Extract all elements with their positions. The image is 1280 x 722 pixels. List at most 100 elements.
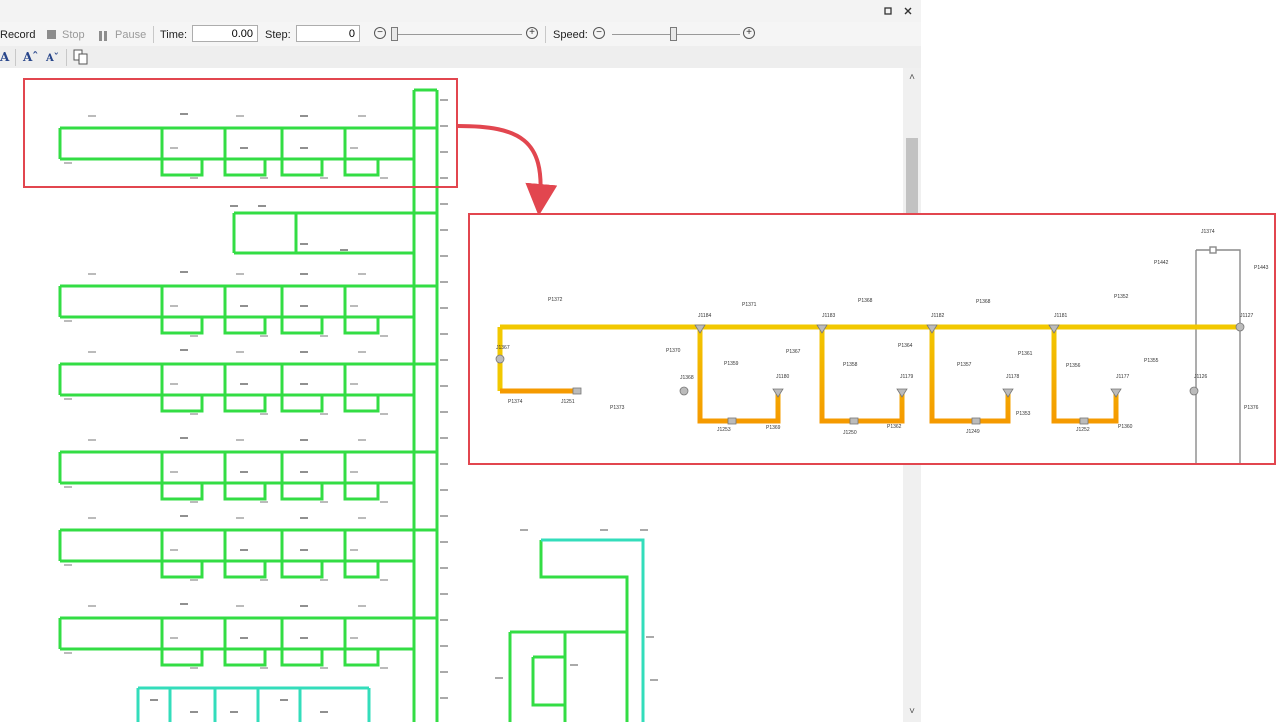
branch-loop (343, 286, 380, 335)
pipe-label: J1180 (776, 374, 789, 380)
plus-circle-icon[interactable]: + (743, 27, 755, 39)
branch-loop (223, 364, 267, 413)
branch-loop (160, 452, 204, 501)
pipe-label: J1249 (966, 429, 980, 435)
time-slider-thumb[interactable] (391, 27, 398, 41)
minus-circle-icon[interactable]: − (593, 27, 605, 39)
pipe-label: P1370 (666, 348, 681, 354)
increase-font-icon[interactable]: Aˆ (23, 49, 38, 65)
pipe-label: P1361 (1018, 351, 1033, 357)
pipe-label: J1177 (1116, 374, 1129, 380)
pipe-label: P1373 (610, 405, 625, 411)
branch-loop (280, 286, 324, 335)
pipe-label: J1183 (822, 313, 835, 319)
branch-loop (223, 452, 267, 501)
branch-loop (280, 364, 324, 413)
pipe-label: P1371 (742, 302, 757, 308)
toolbar-divider (15, 49, 16, 66)
speed-label: Speed: (553, 29, 588, 41)
pipe-label: P1368 (976, 299, 991, 305)
pipe-label: J1368 (680, 375, 694, 381)
stop-icon (47, 30, 56, 39)
restore-icon[interactable] (880, 3, 896, 19)
chevron-down-icon[interactable]: ˅ (903, 704, 921, 720)
branch-loop (343, 364, 380, 413)
decrease-font-icon[interactable]: Aˇ (46, 51, 59, 67)
junction-nodes (495, 322, 1245, 425)
branch-loop (223, 286, 267, 335)
speed-slider-thumb[interactable] (670, 27, 677, 41)
time-input[interactable] (192, 25, 258, 42)
pipe-label: J1367 (496, 345, 510, 351)
pipe-label: J1126 (1194, 374, 1207, 380)
pipe-label: J1252 (1076, 427, 1090, 433)
pipe-label: P1442 (1154, 260, 1169, 266)
toolbar-divider (66, 49, 67, 66)
pipe-label: J1374 (1201, 229, 1215, 235)
branch-loop (280, 618, 324, 667)
pipe-label: P1359 (724, 361, 739, 367)
stop-button[interactable]: Stop (62, 27, 85, 43)
pause-button[interactable]: Pause (115, 27, 146, 43)
minus-circle-icon[interactable]: − (374, 27, 386, 39)
pipe-label: J1182 (931, 313, 944, 319)
pipe-label: P1362 (887, 424, 902, 430)
pipe-loop (531, 655, 567, 707)
pipe-label: P1358 (843, 362, 858, 368)
pipe-label: P1369 (766, 425, 781, 431)
playback-toolbar: Record Stop Pause Time: Step: − + Speed:… (0, 22, 921, 46)
branch-loop (343, 452, 380, 501)
toolbar-divider (545, 26, 546, 43)
record-button[interactable]: Record (0, 27, 35, 43)
branch-loop (223, 618, 267, 667)
supply-pipes (1195, 246, 1241, 463)
pipe-label: J1178 (1006, 374, 1019, 380)
pipe-label: P1356 (1066, 363, 1081, 369)
branch-loop (223, 530, 267, 579)
pipe-label: P1352 (1114, 294, 1129, 300)
step-label: Step: (265, 29, 291, 41)
branch-loop (343, 618, 380, 667)
zoomed-network-detail: J1374 P1442 P1443 P1372 P1371 P1368 P1368 P1352… (495, 229, 1269, 463)
zoomed-callout-panel: J1374 P1442 P1443 P1372 P1371 P1368 P1368 P1352… (468, 213, 1276, 465)
pipe-label: J1179 (900, 374, 913, 380)
pipe-label: J1251 (561, 399, 575, 405)
pipe-label: J1181 (1054, 313, 1067, 319)
pipe-label: J1184 (698, 313, 711, 319)
pipe-label: P1364 (898, 343, 913, 349)
pipe-label: J1250 (843, 430, 857, 436)
font-style-icon[interactable]: A (0, 49, 9, 65)
highlight-region-box (23, 78, 458, 188)
pipe-label: P1443 (1254, 265, 1269, 271)
branch-loop (280, 530, 324, 579)
pipe-label: J1127 (1240, 313, 1253, 319)
plus-circle-icon[interactable]: + (526, 27, 538, 39)
pipe-label: J1253 (717, 427, 731, 433)
pipe-label: P1374 (508, 399, 523, 405)
pipe-label: P1376 (1244, 405, 1259, 411)
toolbar-divider (153, 26, 154, 43)
pipe-label: P1367 (786, 349, 801, 355)
time-label: Time: (160, 29, 188, 41)
branch-loop (160, 364, 204, 413)
scrollbar-thumb[interactable] (906, 138, 918, 218)
branch-loop (343, 530, 380, 579)
pipe-label: P1360 (1118, 424, 1133, 430)
time-slider-track[interactable] (392, 34, 522, 35)
top-main-pipe (497, 324, 1240, 394)
pipe-label: P1372 (548, 297, 563, 303)
pipe-label: P1368 (858, 298, 873, 304)
pipe-label: P1355 (1144, 358, 1159, 364)
pause-icon (99, 30, 108, 41)
pipe-label: P1357 (957, 362, 972, 368)
branch-loop (160, 618, 204, 667)
title-bar (0, 0, 921, 23)
chevron-up-icon[interactable]: ˄ (903, 70, 921, 86)
copy-icon[interactable] (72, 49, 90, 68)
branch-loop (160, 286, 204, 335)
pipe-label: P1353 (1016, 411, 1031, 417)
format-toolbar: A Aˆ Aˇ (0, 46, 921, 69)
close-icon[interactable] (900, 3, 916, 19)
step-input[interactable] (296, 25, 360, 42)
branch-loop (280, 452, 324, 501)
